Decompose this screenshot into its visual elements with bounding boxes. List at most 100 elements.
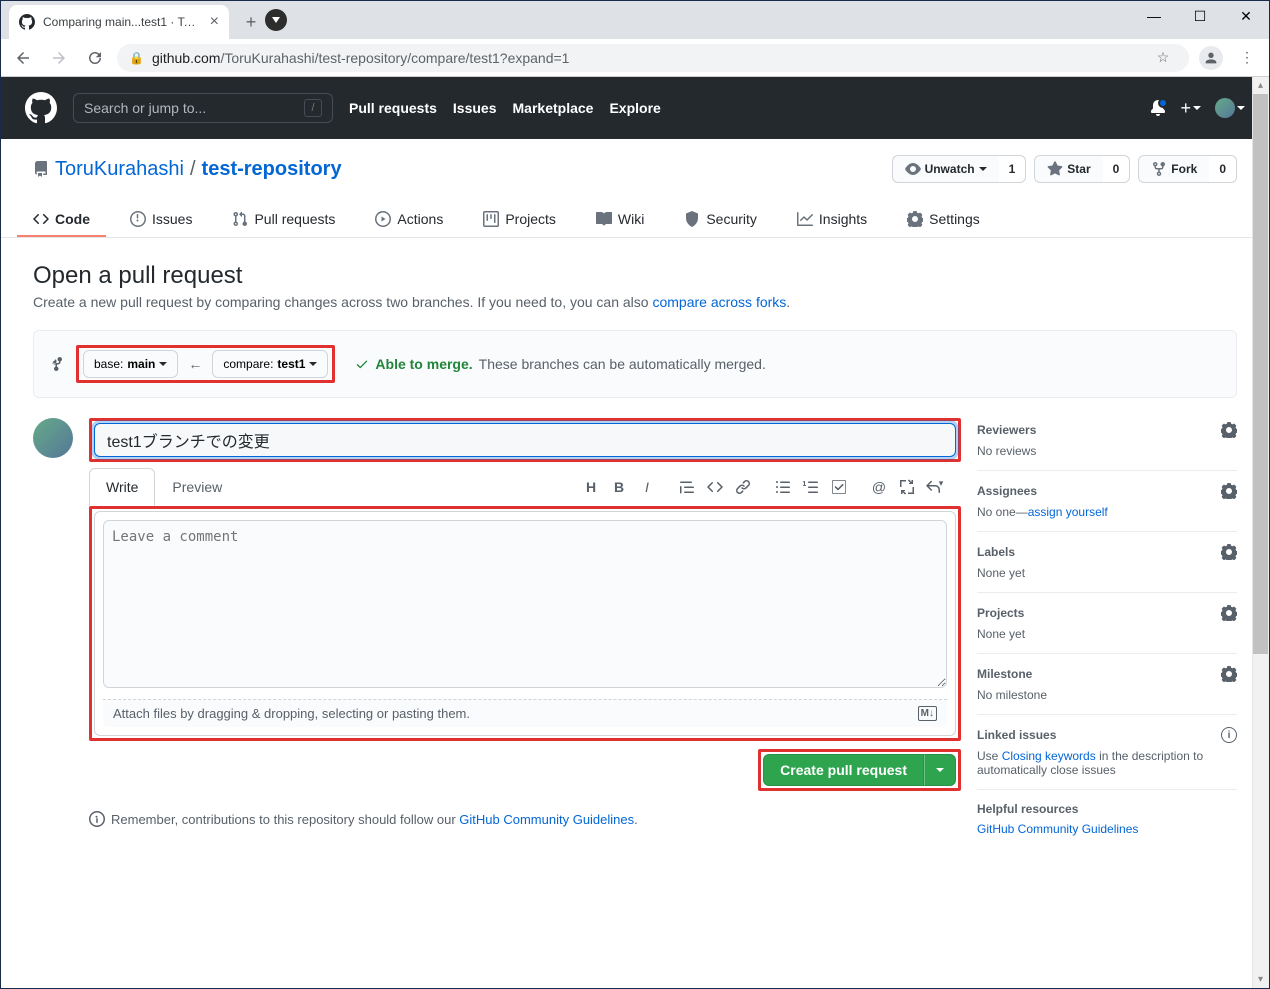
bold-icon[interactable]: B [607,475,631,499]
closing-keywords-link[interactable]: Closing keywords [1002,749,1096,763]
extension-icon[interactable] [265,9,287,31]
milestone-header[interactable]: Milestone [977,666,1237,682]
browser-tab[interactable]: Comparing main...test1 · ToruKur... × [9,5,229,39]
projects-header[interactable]: Projects [977,605,1237,621]
comment-textarea[interactable] [103,520,947,688]
search-input[interactable]: Search or jump to... / [73,93,333,123]
nav-marketplace[interactable]: Marketplace [513,100,594,116]
github-favicon [19,14,35,30]
create-new-button[interactable]: + [1180,98,1201,119]
watch-count[interactable]: 1 [999,155,1027,183]
preview-tab[interactable]: Preview [155,468,239,506]
projects-body: None yet [977,627,1237,641]
italic-icon[interactable]: I [635,475,659,499]
back-button[interactable] [9,44,37,72]
user-menu-button[interactable] [1215,98,1245,118]
forward-button [45,44,73,72]
number-list-icon[interactable] [799,475,823,499]
scroll-up-arrow[interactable]: ▴ [1252,77,1269,94]
attach-hint[interactable]: Attach files by dragging & dropping, sel… [113,706,470,721]
gear-icon [1221,544,1237,560]
tasklist-icon[interactable] [827,475,851,499]
tab-insights[interactable]: Insights [781,203,883,237]
pr-title-input[interactable] [94,423,956,457]
mention-icon[interactable]: @ [867,475,891,499]
minimize-button[interactable]: — [1131,1,1177,31]
profile-button[interactable] [1197,44,1225,72]
user-avatar [33,418,73,458]
link-icon[interactable] [731,475,755,499]
reload-button[interactable] [81,44,109,72]
create-pr-dropdown[interactable] [924,754,956,786]
tab-settings[interactable]: Settings [891,203,996,237]
info-icon[interactable]: i [1221,727,1237,743]
scrollbar-thumb[interactable] [1253,94,1268,654]
labels-header[interactable]: Labels [977,544,1237,560]
tab-title: Comparing main...test1 · ToruKur... [43,15,202,29]
git-compare-icon [50,356,66,372]
merge-status-desc: These branches can be automatically merg… [479,356,766,372]
heading-icon[interactable]: H [579,475,603,499]
fork-button[interactable]: Fork [1138,155,1209,183]
write-tab[interactable]: Write [89,468,155,506]
nav-explore[interactable]: Explore [609,100,660,116]
check-icon [355,357,369,371]
milestone-body: No milestone [977,688,1237,702]
nav-pull-requests[interactable]: Pull requests [349,100,437,116]
reply-icon[interactable]: ▾ [923,475,947,499]
tab-security[interactable]: Security [668,203,773,237]
scrollbar[interactable]: ▴ ▾ [1252,77,1269,988]
repo-name-link[interactable]: test-repository [202,158,342,181]
reviewers-header[interactable]: Reviewers [977,422,1237,438]
bullet-list-icon[interactable] [771,475,795,499]
close-window-button[interactable]: ✕ [1223,1,1269,31]
nav-issues[interactable]: Issues [453,100,497,116]
code-icon[interactable] [703,475,727,499]
guidelines-link[interactable]: GitHub Community Guidelines [459,812,634,827]
assign-yourself-link[interactable]: assign yourself [1028,505,1108,519]
compare-forks-link[interactable]: compare across forks [652,294,786,310]
scroll-down-arrow[interactable]: ▾ [1252,971,1269,988]
gear-icon [1221,422,1237,438]
tab-wiki[interactable]: Wiki [580,203,660,237]
notifications-button[interactable] [1150,100,1166,116]
base-branch-button[interactable]: base: main [83,350,178,378]
repo-icon [33,161,49,177]
new-tab-button[interactable]: + [237,8,265,36]
browser-menu-button[interactable]: ⋮ [1233,44,1261,72]
repo-owner-link[interactable]: ToruKurahashi [55,158,184,181]
page-title: Open a pull request [33,262,1237,290]
compare-branch-button[interactable]: compare: test1 [212,350,328,378]
slash-key-hint: / [304,99,322,117]
tab-code[interactable]: Code [17,203,106,237]
community-guidelines-link[interactable]: GitHub Community Guidelines [977,822,1138,836]
unwatch-button[interactable]: Unwatch [892,155,999,183]
star-button[interactable]: Star [1034,155,1102,183]
merge-status-able: Able to merge. [375,356,472,372]
assignees-header[interactable]: Assignees [977,483,1237,499]
bookmark-star-icon[interactable]: ☆ [1149,44,1177,72]
gear-icon [1221,483,1237,499]
tab-close-icon[interactable]: × [210,13,219,31]
labels-body: None yet [977,566,1237,580]
maximize-button[interactable]: ☐ [1177,1,1223,31]
github-logo[interactable] [25,92,57,124]
tab-issues[interactable]: Issues [114,203,208,237]
create-pr-button[interactable]: Create pull request [763,754,924,786]
cross-reference-icon[interactable] [895,475,919,499]
search-placeholder: Search or jump to... [84,100,206,116]
tab-projects[interactable]: Projects [467,203,572,237]
markdown-icon[interactable]: M↓ [918,706,937,721]
star-count[interactable]: 0 [1103,155,1131,183]
notification-dot [1158,98,1168,108]
address-bar[interactable]: 🔒 github.com/ToruKurahashi/test-reposito… [117,44,1189,72]
tab-pull-requests[interactable]: Pull requests [216,203,351,237]
url-text: github.com/ToruKurahashi/test-repository… [152,50,570,66]
arrow-left-icon: ← [188,356,202,372]
fork-count[interactable]: 0 [1209,155,1237,183]
quote-icon[interactable] [675,475,699,499]
linked-issues-header: Linked issuesi [977,727,1237,743]
tab-actions[interactable]: Actions [359,203,459,237]
reviewers-body: No reviews [977,444,1237,458]
avatar [1215,98,1235,118]
